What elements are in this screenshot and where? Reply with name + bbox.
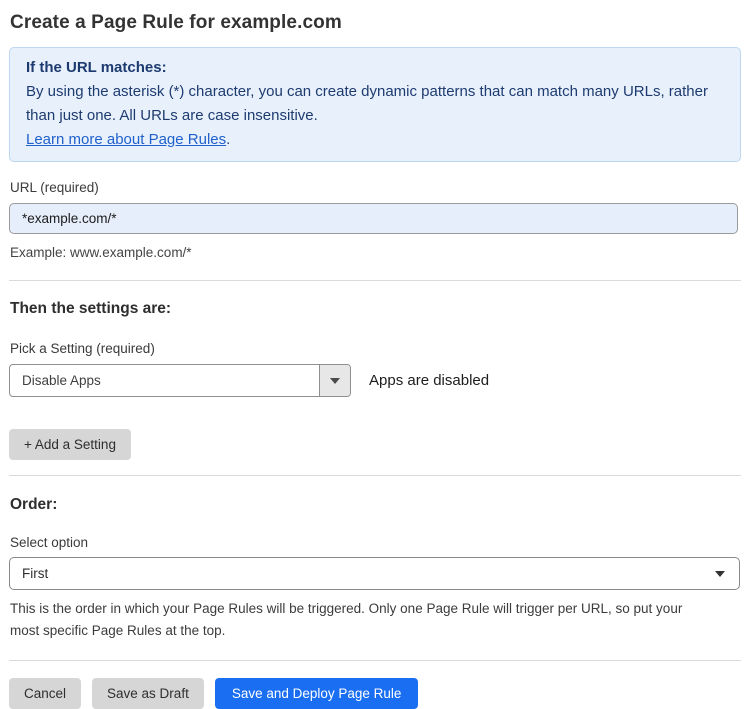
order-select-label: Select option xyxy=(10,535,89,550)
info-box-heading: If the URL matches: xyxy=(26,59,167,76)
divider xyxy=(9,660,741,661)
cancel-button[interactable]: Cancel xyxy=(9,678,82,709)
divider xyxy=(9,475,741,476)
footer-actions: Cancel Save as Draft Save and Deploy Pag… xyxy=(9,678,741,709)
learn-more-link[interactable]: Learn more about Page Rules xyxy=(26,131,226,148)
setting-select-value: Disable Apps xyxy=(22,373,101,388)
create-page-rule-dialog: Create a Page Rule for example.com If th… xyxy=(0,0,750,709)
link-suffix: . xyxy=(226,131,231,148)
url-example-text: Example: www.example.com/* xyxy=(10,245,192,260)
info-box-body: By using the asterisk (*) character, you… xyxy=(26,83,708,124)
settings-section-heading: Then the settings are: xyxy=(10,300,172,317)
add-setting-button[interactable]: + Add a Setting xyxy=(9,429,131,460)
setting-select[interactable]: Disable Apps xyxy=(9,364,351,397)
order-section-heading: Order: xyxy=(10,496,58,513)
setting-select-arrow-button[interactable] xyxy=(319,365,350,396)
url-field-label: URL (required) xyxy=(10,180,99,195)
divider xyxy=(9,280,741,281)
chevron-down-icon xyxy=(330,377,340,384)
url-input[interactable] xyxy=(9,203,738,234)
pick-setting-label: Pick a Setting (required) xyxy=(10,341,155,356)
order-select-value: First xyxy=(22,566,49,581)
order-help-text: This is the order in which your Page Rul… xyxy=(10,601,683,638)
save-as-draft-button[interactable]: Save as Draft xyxy=(92,678,204,709)
save-and-deploy-button[interactable]: Save and Deploy Page Rule xyxy=(214,678,419,709)
url-match-info-box: If the URL matches: By using the asteris… xyxy=(9,47,741,162)
chevron-down-icon xyxy=(715,571,725,577)
setting-row: Disable Apps Apps are disabled xyxy=(9,364,741,397)
setting-status-text: Apps are disabled xyxy=(369,372,490,389)
order-select[interactable]: First xyxy=(9,557,740,590)
info-box-link-line: Learn more about Page Rules. xyxy=(26,128,724,152)
page-title: Create a Page Rule for example.com xyxy=(10,12,342,33)
